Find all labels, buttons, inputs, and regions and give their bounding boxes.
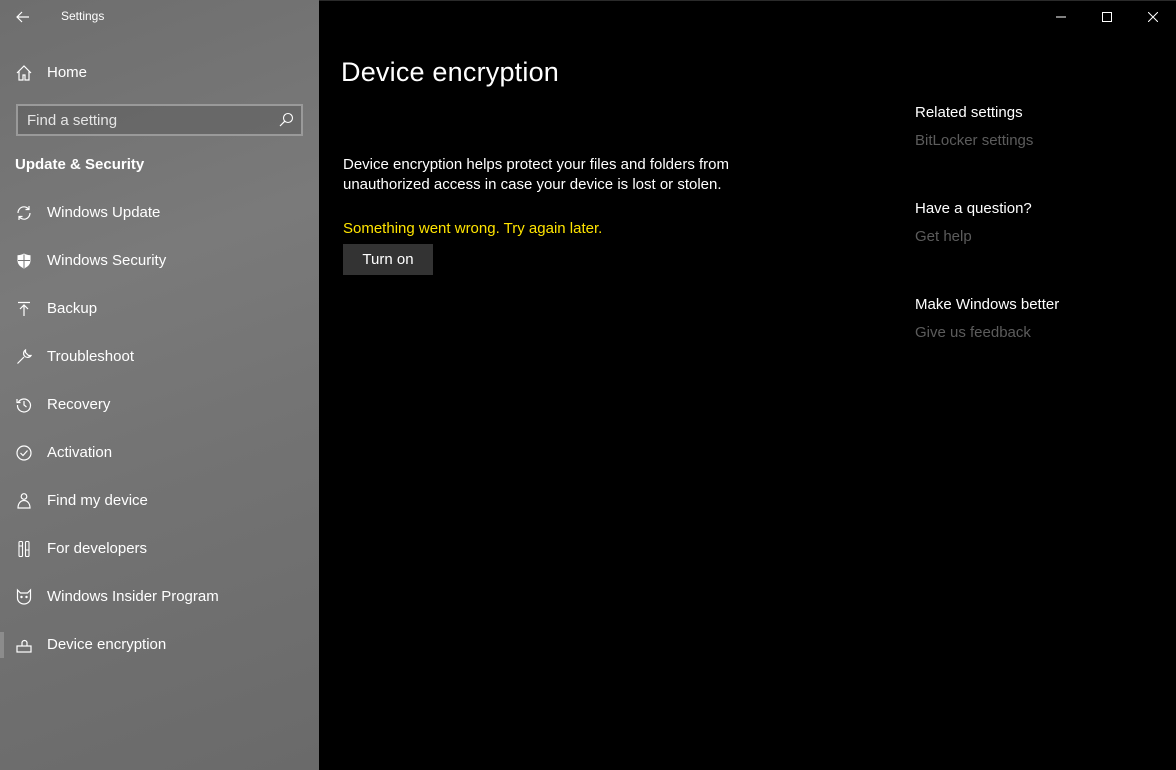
related-settings-heading: Related settings <box>915 104 1023 121</box>
title-bar: Settings <box>0 0 319 34</box>
main-content: Device encryption Device encryption help… <box>319 0 1176 770</box>
sidebar-item-label: Home <box>47 64 88 81</box>
sidebar-item-label: For developers <box>47 540 148 557</box>
back-arrow-icon <box>16 11 29 23</box>
maximize-icon <box>1102 12 1112 22</box>
search-input[interactable] <box>18 106 273 134</box>
sidebar-item-windows-insider-program[interactable]: Windows Insider Program <box>0 574 319 622</box>
section-title: Update & Security <box>15 156 145 173</box>
shield-icon <box>14 251 34 271</box>
upload-icon <box>14 299 34 319</box>
sidebar-item-activation[interactable]: Activation <box>0 430 319 478</box>
back-button[interactable] <box>10 5 36 29</box>
give-feedback-link[interactable]: Give us feedback <box>915 324 1031 341</box>
close-button[interactable] <box>1130 1 1176 33</box>
sidebar-item-label: Windows Insider Program <box>47 588 219 605</box>
window-controls <box>1038 1 1176 33</box>
person-pin-icon <box>14 491 34 511</box>
sidebar-item-label: Windows Update <box>47 204 161 221</box>
encryption-drive-icon <box>14 635 34 655</box>
sidebar-item-recovery[interactable]: Recovery <box>0 382 319 430</box>
have-a-question-heading: Have a question? <box>915 200 1032 217</box>
sidebar-item-label: Recovery <box>47 396 111 413</box>
bitlocker-settings-link[interactable]: BitLocker settings <box>915 132 1033 149</box>
maximize-button[interactable] <box>1084 1 1130 33</box>
wrench-icon <box>14 347 34 367</box>
sidebar-item-troubleshoot[interactable]: Troubleshoot <box>0 334 319 382</box>
sidebar-item-label: Troubleshoot <box>47 348 134 365</box>
sidebar-item-label: Device encryption <box>47 636 167 653</box>
check-circle-icon <box>14 443 34 463</box>
make-windows-better-heading: Make Windows better <box>915 296 1060 313</box>
search-icon[interactable] <box>278 112 294 128</box>
sidebar-item-for-developers[interactable]: For developers <box>0 526 319 574</box>
sidebar-item-label: Activation <box>47 444 113 461</box>
page-title: Device encryption <box>341 57 560 87</box>
error-message: Something went wrong. Try again later. <box>343 220 603 237</box>
insider-cat-icon <box>14 587 34 607</box>
home-icon <box>16 65 32 81</box>
description-text: Device encryption helps protect your fil… <box>343 156 730 193</box>
history-icon <box>14 395 34 415</box>
sidebar-item-backup[interactable]: Backup <box>0 286 319 334</box>
close-icon <box>1148 12 1158 22</box>
minimize-button[interactable] <box>1038 1 1084 33</box>
turn-on-button[interactable]: Turn on <box>343 244 433 275</box>
minimize-icon <box>1056 16 1066 18</box>
sidebar: Settings Home Update & Security Windows … <box>0 0 319 770</box>
app-title: Settings <box>61 9 105 23</box>
sidebar-item-windows-update[interactable]: Windows Update <box>0 190 319 238</box>
sidebar-item-label: Find my device <box>47 492 148 509</box>
refresh-icon <box>14 203 34 223</box>
sidebar-item-label: Backup <box>47 300 98 317</box>
get-help-link[interactable]: Get help <box>915 228 972 245</box>
developer-tools-icon <box>14 539 34 559</box>
sidebar-item-device-encryption[interactable]: Device encryption <box>0 622 319 670</box>
sidebar-item-windows-security[interactable]: Windows Security <box>0 238 319 286</box>
sidebar-item-find-my-device[interactable]: Find my device <box>0 478 319 526</box>
search-box <box>16 104 303 136</box>
sidebar-item-home[interactable]: Home <box>0 56 319 90</box>
sidebar-nav: Windows Update Windows Security Backup T… <box>0 190 319 670</box>
sidebar-item-label: Windows Security <box>47 252 167 269</box>
